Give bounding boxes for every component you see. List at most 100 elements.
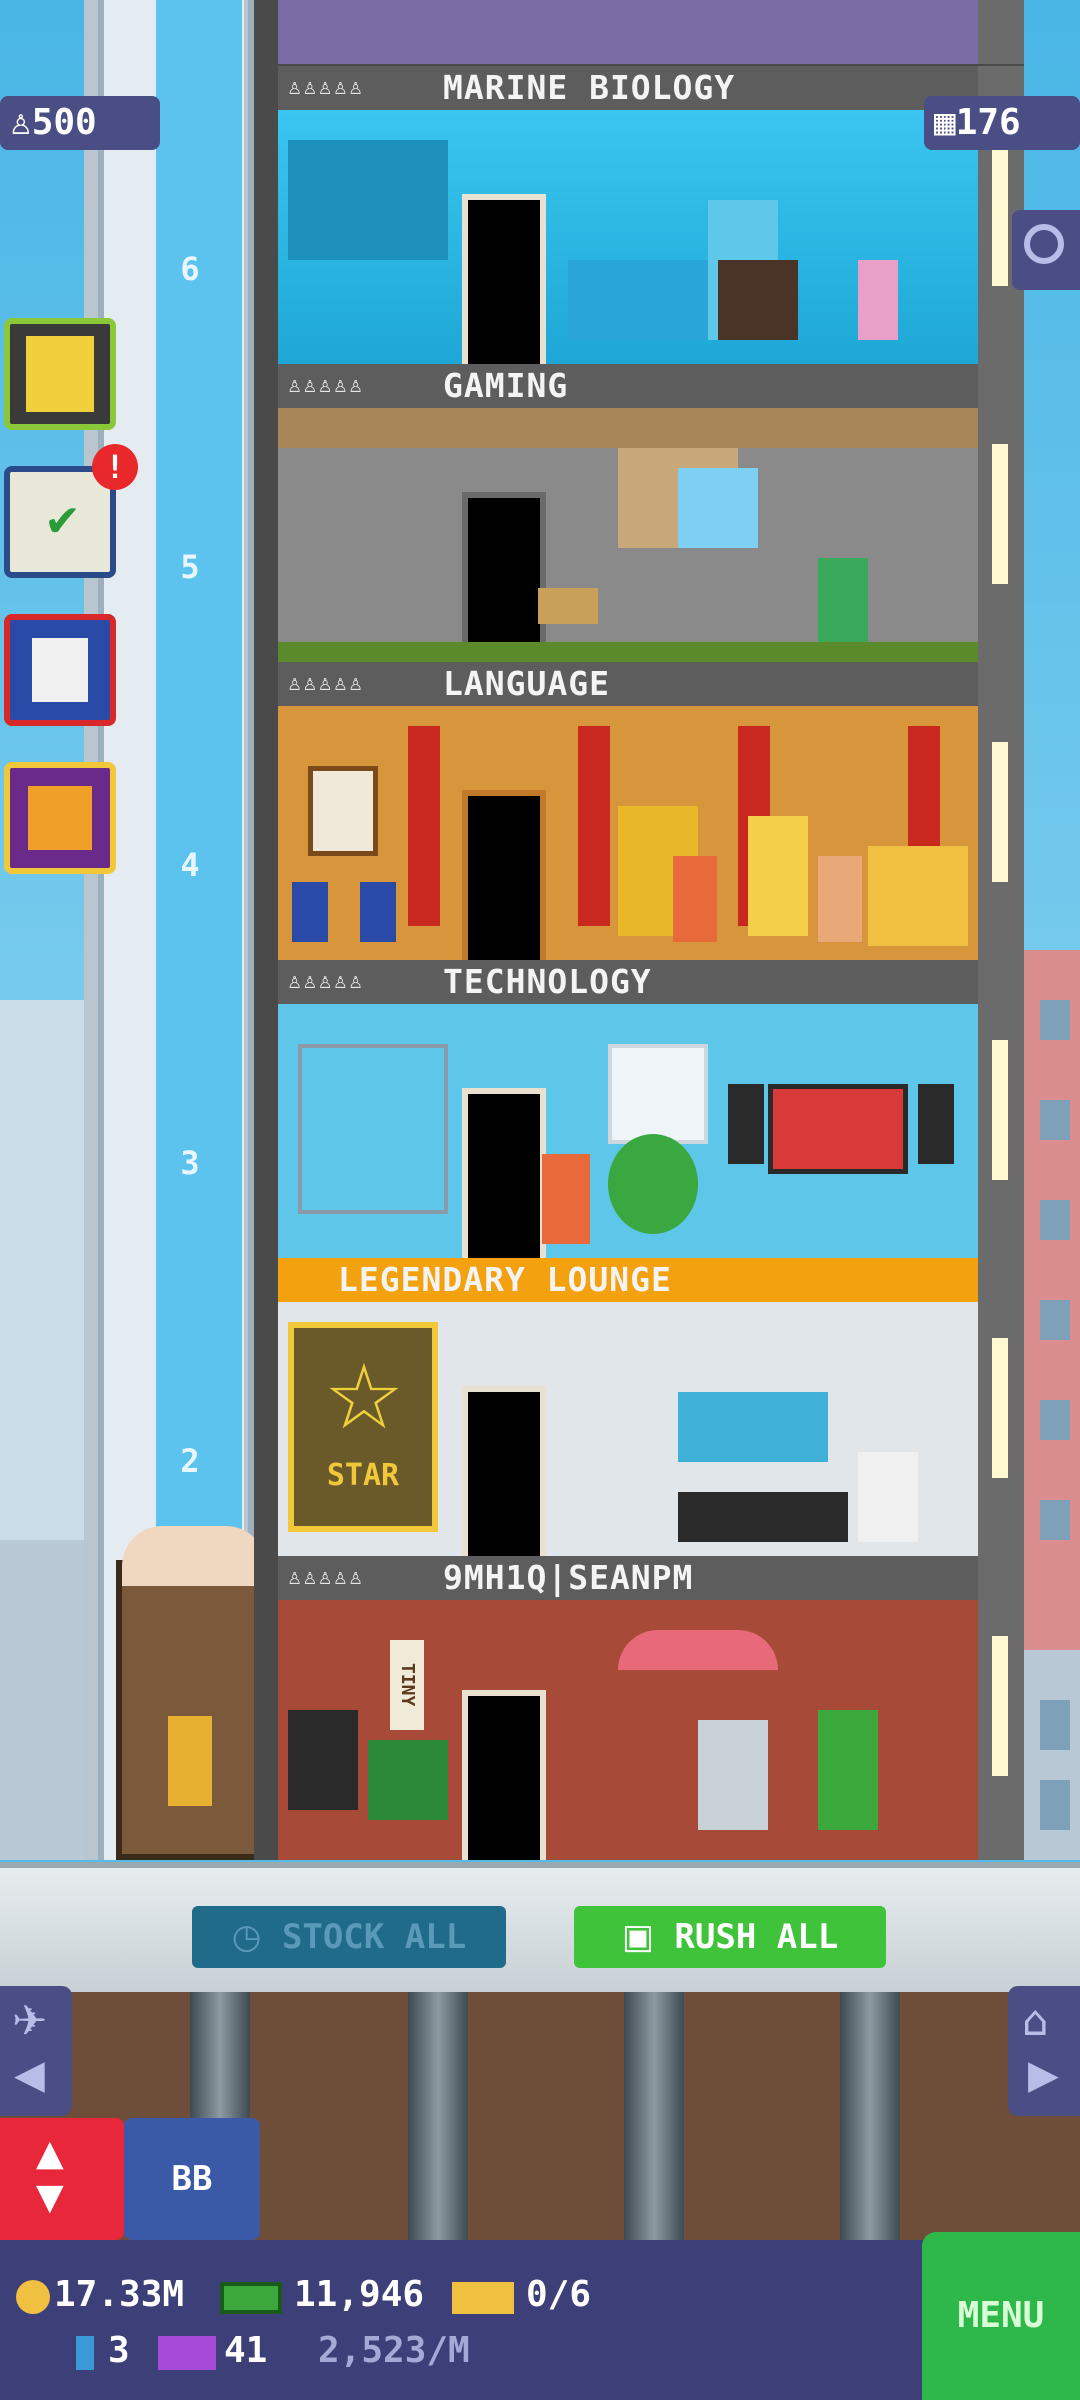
bitizen-character[interactable]: [542, 1154, 590, 1244]
gift-button[interactable]: [4, 762, 116, 874]
tiny-sign: TINY: [390, 1640, 424, 1730]
elevator-floor-number: 6: [180, 250, 200, 288]
calculator-icon: [26, 336, 94, 412]
technology-room: [278, 1004, 978, 1258]
floor-header: ♙♙♙♙♙ 9MH1Q|SEANPM: [278, 1556, 978, 1600]
coins-value: 17.33M: [54, 2274, 185, 2315]
rush-all-button[interactable]: ▣ RUSH ALL: [574, 1906, 886, 1968]
vip-value: 41: [224, 2330, 268, 2371]
residence-room: TINY: [278, 1600, 978, 1860]
bitizen-character[interactable]: [818, 856, 862, 942]
population-counter[interactable]: ♙500: [0, 96, 160, 150]
floor-stars: ♙♙♙♙♙: [288, 1565, 365, 1590]
fish-tank: [678, 1392, 828, 1462]
floor-stars: ♙♙♙♙♙: [288, 969, 365, 994]
population-value: 500: [31, 102, 97, 143]
egg-chair: [608, 1134, 698, 1234]
next-floor-button[interactable]: ⌂ ▶: [1008, 1986, 1080, 2116]
elevator-up-down-button[interactable]: ▲ ▼: [0, 2118, 124, 2240]
keys-value: 3: [108, 2330, 130, 2371]
floor-name: TECHNOLOGY: [443, 962, 652, 1001]
floor-name: GAMING: [443, 366, 569, 405]
floor-header: ♙♙♙♙♙ GAMING: [278, 364, 978, 408]
gift-icon: [28, 786, 92, 850]
star-icon: ☆: [323, 1345, 405, 1450]
star-sign-label: STAR: [326, 1458, 400, 1493]
floor-count-value: 176: [955, 102, 1021, 143]
stock-all-label: STOCK ALL: [281, 1917, 467, 1957]
speaker-icon: [728, 1084, 764, 1164]
ticket-icon: [452, 2282, 514, 2314]
floor-stars: ♙♙♙♙♙: [288, 75, 365, 100]
floor-header: LEGENDARY LOUNGE: [278, 1258, 978, 1302]
elevator-floor-number: 3: [180, 1144, 200, 1182]
painting: [308, 766, 378, 856]
floor-name: LANGUAGE: [443, 664, 610, 703]
sign-icon: [538, 588, 598, 624]
floor-language[interactable]: ♙♙♙♙♙ LANGUAGE: [278, 662, 978, 960]
elevator-car[interactable]: [116, 1526, 272, 1860]
floor-residence[interactable]: ♙♙♙♙♙ 9MH1Q|SEANPM TINY: [278, 1556, 978, 1860]
floor-stars: ♙♙♙♙♙: [288, 373, 365, 398]
coin-icon: [16, 2280, 50, 2314]
bitizen-character[interactable]: [858, 260, 898, 340]
elevator-label-button[interactable]: BB: [124, 2118, 260, 2240]
vip-icon: [158, 2336, 216, 2370]
checklist-icon: ✔: [44, 496, 81, 547]
alert-badge-icon: !: [92, 444, 138, 490]
build-floor-button[interactable]: [4, 318, 116, 430]
calendar-button[interactable]: [4, 614, 116, 726]
search-button[interactable]: [1012, 210, 1080, 290]
up-down-arrows-icon: ▲ ▼: [36, 2133, 64, 2218]
floor-legendary-lounge[interactable]: LEGENDARY LOUNGE ☆ STAR: [278, 1258, 978, 1556]
airplane-icon: ✈: [12, 1996, 48, 2045]
walrus-character[interactable]: [718, 260, 798, 340]
tickets-value: 0/6: [526, 2274, 592, 2315]
magnifier-icon: [1024, 224, 1064, 264]
income-rate: 2,523/M: [318, 2330, 470, 2371]
stock-all-button[interactable]: ◷ STOCK ALL: [192, 1906, 506, 1968]
sofa: [678, 1492, 848, 1542]
star-sign: ☆ STAR: [288, 1322, 438, 1532]
speaker-icon: [918, 1084, 954, 1164]
window: [608, 1044, 708, 1144]
key-icon: [76, 2336, 94, 2370]
bitizen-character[interactable]: [673, 856, 717, 942]
prev-floor-button[interactable]: ✈ ◀: [0, 1986, 72, 2116]
robot-bitizen[interactable]: [698, 1720, 768, 1830]
aquarium-room: [278, 110, 978, 364]
elevator-operator: [168, 1716, 212, 1806]
calendar-icon: [32, 638, 88, 702]
arrow-left-icon: ◀: [14, 2052, 45, 2098]
shelf: [298, 1044, 448, 1214]
floor-header: ♙♙♙♙♙ LANGUAGE: [278, 662, 978, 706]
clock-icon: ◷: [231, 1917, 262, 1957]
floor-gaming[interactable]: ♙♙♙♙♙ GAMING: [278, 364, 978, 662]
bux-icon: [220, 2282, 282, 2314]
language-room: [278, 706, 978, 960]
floor-partial[interactable]: [278, 0, 978, 64]
elevator-floor-number: 2: [180, 1442, 200, 1480]
floor-counter[interactable]: ▦176: [924, 96, 1080, 150]
gaming-room: [278, 408, 978, 662]
computer: [288, 1710, 358, 1810]
vase-icon: [292, 882, 328, 942]
tv-screen: [768, 1084, 908, 1174]
shrine: [868, 846, 968, 946]
floor-stars: ♙♙♙♙♙: [288, 671, 365, 696]
action-bar: ◷ STOCK ALL ▣ RUSH ALL: [0, 1862, 1080, 1992]
menu-button[interactable]: MENU: [922, 2232, 1080, 2400]
floor-marine-biology[interactable]: ♙♙♙♙♙ MARINE BIOLOGY: [278, 66, 978, 364]
elevator-floor-number: 4: [180, 846, 200, 884]
leprechaun-bitizen[interactable]: [818, 1710, 878, 1830]
lounge-room: ☆ STAR: [278, 1302, 978, 1556]
arrow-right-icon: ▶: [1028, 2052, 1059, 2098]
bux-icon: ▣: [621, 1917, 654, 1957]
legendary-bitizen[interactable]: [858, 1452, 918, 1542]
floor-technology[interactable]: ♙♙♙♙♙ TECHNOLOGY: [278, 960, 978, 1258]
floor-header: ♙♙♙♙♙ TECHNOLOGY: [278, 960, 978, 1004]
building-icon: ▦: [934, 102, 956, 143]
mirror: [748, 816, 808, 936]
vase-icon: [360, 882, 396, 942]
beanbag: [368, 1740, 448, 1820]
